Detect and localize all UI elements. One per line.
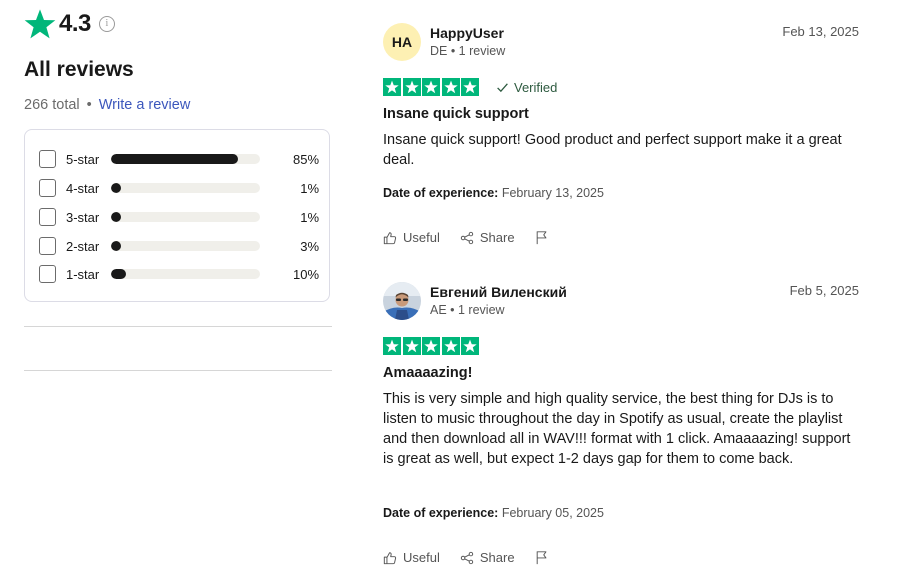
star-icon — [402, 78, 421, 96]
overall-rating: 4.3 — [59, 10, 91, 37]
experience-date: Date of experience: February 05, 2025 — [383, 506, 604, 520]
distribution-bar-track — [110, 241, 260, 251]
review-date: Feb 13, 2025 — [782, 24, 859, 39]
distribution-bar-fill — [110, 212, 121, 222]
filter-checkbox-3-star[interactable] — [39, 208, 56, 226]
avatar[interactable]: HA — [383, 23, 421, 61]
star-icon — [422, 337, 440, 355]
flag-icon — [536, 551, 546, 565]
distribution-bar-track — [110, 183, 260, 193]
distribution-label: 3-star — [66, 209, 100, 225]
star-icon — [441, 337, 460, 355]
experience-value: February 13, 2025 — [501, 186, 604, 200]
useful-button[interactable]: Useful — [383, 230, 440, 245]
useful-label: Useful — [403, 230, 440, 245]
filter-checkbox-2-star[interactable] — [39, 237, 56, 255]
experience-label: Date of experience: — [383, 186, 499, 200]
filter-checkbox-5-star[interactable] — [39, 150, 56, 168]
share-button[interactable]: Share — [460, 230, 515, 245]
total-row: 266 total • Write a review — [24, 97, 190, 113]
share-label: Share — [479, 550, 515, 565]
verified-label: Verified — [514, 79, 558, 95]
write-review-link[interactable]: Write a review — [99, 97, 191, 113]
share-icon — [460, 551, 474, 564]
star-icon — [24, 9, 56, 39]
distribution-bar-track — [110, 154, 260, 164]
review-body: Insane quick support! Good product and p… — [383, 132, 842, 168]
share-button[interactable]: Share — [460, 550, 515, 565]
distribution-percent: 85% — [292, 151, 320, 167]
filter-checkbox-4-star[interactable] — [39, 179, 56, 197]
report-button[interactable] — [535, 550, 555, 565]
distribution-bar-fill — [110, 154, 238, 164]
reviewer-meta: DE • 1 review — [430, 44, 506, 58]
experience-date: Date of experience: February 13, 2025 — [383, 186, 604, 200]
review-actions: Useful Share — [383, 550, 575, 565]
distribution-label: 4-star — [66, 180, 100, 196]
star-rating — [383, 337, 479, 355]
avatar[interactable] — [383, 282, 421, 320]
review-title[interactable]: Amaaaazing! — [383, 365, 472, 381]
distribution-label: 1-star — [66, 266, 100, 282]
useful-button[interactable]: Useful — [383, 550, 440, 565]
distribution-percent: 1% — [300, 209, 320, 225]
review-body: This is very simple and high quality ser… — [383, 391, 851, 467]
page-title: All reviews — [24, 58, 134, 81]
check-icon — [497, 82, 508, 92]
report-button[interactable] — [535, 230, 555, 245]
divider — [24, 326, 332, 327]
useful-label: Useful — [403, 550, 440, 565]
reviewer-name[interactable]: Евгений Виленский — [430, 284, 567, 300]
distribution-bar-track — [110, 212, 260, 222]
distribution-label: 5-star — [66, 151, 100, 167]
filter-checkbox-1-star[interactable] — [39, 265, 56, 283]
star-icon — [461, 337, 479, 355]
profile-photo-icon — [383, 282, 421, 320]
experience-value: February 05, 2025 — [501, 506, 604, 520]
experience-label: Date of experience: — [383, 506, 499, 520]
star-icon — [422, 78, 440, 96]
distribution-label: 2-star — [66, 238, 100, 254]
distribution-percent: 10% — [292, 266, 320, 282]
total-count: 266 total — [24, 97, 80, 113]
thumbs-up-icon — [383, 231, 397, 244]
distribution-row-2[interactable]: 2-star 3% — [39, 235, 319, 257]
separator-dot: • — [86, 97, 92, 113]
star-icon — [383, 337, 401, 355]
distribution-bar-fill — [110, 269, 126, 279]
flag-icon — [536, 231, 546, 245]
review-actions: Useful Share — [383, 230, 575, 245]
star-icon — [441, 78, 460, 96]
distribution-bar-track — [110, 269, 260, 279]
thumbs-up-icon — [383, 551, 397, 564]
share-label: Share — [479, 230, 515, 245]
divider — [24, 370, 332, 371]
distribution-row-5[interactable]: 5-star 85% — [39, 148, 319, 170]
distribution-percent: 1% — [300, 180, 320, 196]
star-icon — [402, 337, 421, 355]
share-icon — [460, 231, 474, 244]
star-icon — [461, 78, 479, 96]
review-date: Feb 5, 2025 — [789, 283, 859, 298]
info-icon[interactable]: i — [98, 16, 115, 32]
rating-distribution: 5-star 85% 4-star 1% 3-star 1% 2-star 3%… — [24, 129, 330, 302]
reviewer-meta: AE • 1 review — [430, 303, 505, 317]
distribution-row-1[interactable]: 1-star 10% — [39, 263, 319, 285]
distribution-bar-fill — [110, 183, 121, 193]
rating-header: 4.3 i — [24, 8, 115, 40]
distribution-row-3[interactable]: 3-star 1% — [39, 206, 319, 228]
star-rating — [383, 78, 479, 96]
review-title[interactable]: Insane quick support — [383, 106, 529, 122]
distribution-bar-fill — [110, 241, 121, 251]
star-icon — [383, 78, 401, 96]
distribution-percent: 3% — [300, 238, 320, 254]
verified-badge[interactable]: Verified — [496, 78, 557, 96]
reviewer-name[interactable]: HappyUser — [430, 25, 504, 41]
distribution-row-4[interactable]: 4-star 1% — [39, 177, 319, 199]
